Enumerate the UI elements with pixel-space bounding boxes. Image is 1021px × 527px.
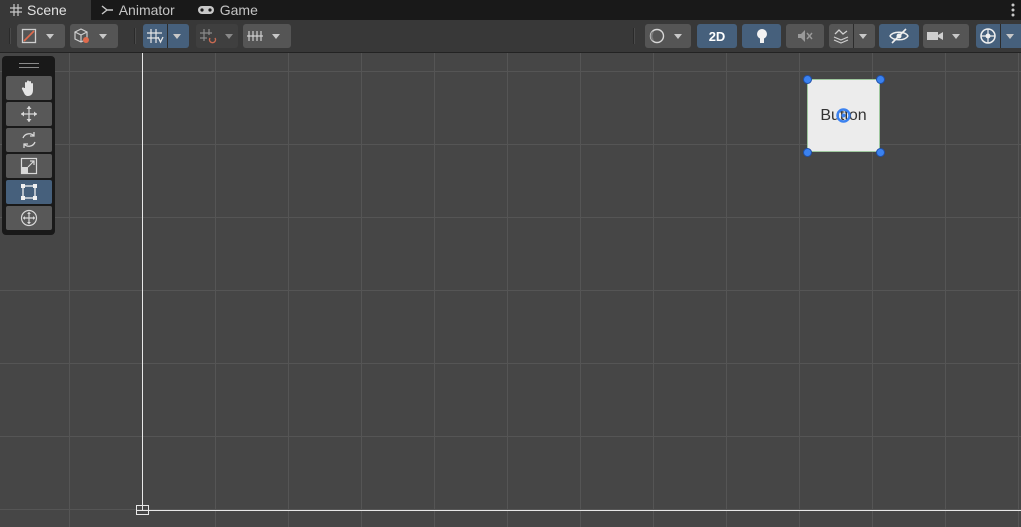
chevron-down-icon <box>267 24 285 48</box>
tab-game-label: Game <box>219 2 258 18</box>
chevron-down-icon <box>669 24 687 48</box>
scale-tool-button[interactable] <box>6 154 52 178</box>
rotate-tool-button[interactable] <box>6 128 52 152</box>
gizmo-cube-dropdown[interactable] <box>70 24 118 48</box>
tab-scene-label: Scene <box>27 2 67 18</box>
scale-tool-icon <box>20 157 38 175</box>
move-tool-button[interactable] <box>6 102 52 126</box>
transform-tool-button[interactable] <box>6 206 52 230</box>
chevron-down-icon <box>94 24 112 48</box>
chevron-down-icon <box>167 24 186 48</box>
scene-visibility-toggle[interactable] <box>879 24 919 48</box>
transform-tool-icon <box>20 209 38 227</box>
chevron-down-icon <box>947 24 965 48</box>
mode-2d-label: 2D <box>708 28 726 44</box>
tab-game[interactable]: Game <box>187 0 270 20</box>
resize-handle-bottom-left[interactable] <box>803 148 812 157</box>
chevron-down-icon <box>1000 24 1019 48</box>
toolbar-separator <box>633 28 635 44</box>
chevron-down-icon <box>853 24 872 48</box>
gamepad-icon <box>197 6 214 14</box>
audio-mute-icon <box>798 30 813 42</box>
resize-handle-bottom-right[interactable] <box>876 148 885 157</box>
toolbar-separator <box>134 28 136 44</box>
move-tool-icon <box>21 106 37 122</box>
drag-grip-icon[interactable] <box>19 63 39 68</box>
scene-camera-dropdown[interactable] <box>923 24 969 48</box>
lighting-bulb-icon <box>756 28 767 43</box>
tab-scene[interactable]: Scene <box>0 0 91 20</box>
shading-sphere-icon <box>645 24 669 48</box>
scene-tab-bar: Scene Animator Game <box>0 0 1021 20</box>
lighting-toggle[interactable] <box>742 24 781 48</box>
resize-handle-top-right[interactable] <box>876 75 885 84</box>
hand-tool-button[interactable] <box>6 76 52 100</box>
grid-snap-icon <box>143 24 167 48</box>
shading-mode-dropdown[interactable] <box>645 24 691 48</box>
hand-tool-icon <box>21 80 33 96</box>
resize-handle-top-left[interactable] <box>803 75 812 84</box>
draw-mode-icon <box>17 24 41 48</box>
grid-snap-toggle[interactable] <box>143 24 189 48</box>
gizmos-icon <box>976 24 1000 48</box>
increment-snap-toggle[interactable] <box>196 24 238 48</box>
rotate-tool-icon <box>22 132 36 148</box>
gizmo-cube-icon <box>70 24 94 48</box>
animator-icon <box>101 5 113 15</box>
increment-snap-icon <box>196 24 220 48</box>
chevron-down-icon <box>220 24 238 48</box>
tab-animator-label: Animator <box>118 2 175 18</box>
draw-mode-dropdown[interactable] <box>17 24 65 48</box>
gizmos-dropdown[interactable] <box>976 24 1021 48</box>
tab-animator[interactable]: Animator <box>91 0 187 20</box>
chevron-down-icon <box>41 24 59 48</box>
ruler-dropdown[interactable] <box>243 24 291 48</box>
camera-icon <box>923 24 947 48</box>
ruler-icon <box>243 24 267 48</box>
pivot-icon[interactable] <box>836 108 851 123</box>
effects-dropdown[interactable] <box>829 24 875 48</box>
rect-tool-button[interactable] <box>6 180 52 204</box>
tool-palette <box>2 56 55 235</box>
mode-2d-toggle[interactable]: 2D <box>697 24 737 48</box>
effects-icon <box>829 24 853 48</box>
hidden-eye-icon <box>889 28 909 44</box>
grid-icon <box>10 4 22 16</box>
scene-toolbar: 2D <box>0 20 1021 53</box>
rect-tool-icon <box>21 184 37 200</box>
audio-toggle[interactable] <box>786 24 824 48</box>
toolbar-separator <box>9 28 11 44</box>
more-options-icon[interactable] <box>1011 2 1015 18</box>
